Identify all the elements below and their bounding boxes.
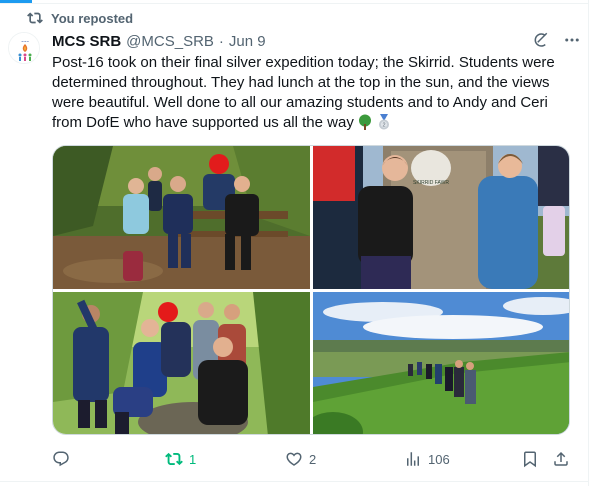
photo-ridge-walk[interactable] [313,292,569,434]
tweet-body: Post-16 took on their final silver exped… [52,53,580,133]
views-icon [407,452,419,466]
header-actions [531,31,581,49]
photo-trig-point[interactable]: SKIRRID FAWR [313,146,569,289]
media-grid: SKIRRID FAWR [52,145,570,435]
author-name[interactable]: MCS SRB [52,33,121,50]
bookmark-button[interactable] [521,449,539,469]
repost-button[interactable]: 1 [165,449,196,469]
school-logo-icon: ~~~ [9,33,39,63]
share-button[interactable] [552,449,570,469]
tweet-date[interactable]: Jun 9 [229,33,266,50]
tweet-actions: 1 2 106 [52,449,572,469]
more-options-icon[interactable] [563,31,581,49]
tweet-header: MCS SRB @MCS_SRB · Jun 9 [52,31,266,51]
author-handle[interactable]: @MCS_SRB [126,33,214,50]
reply-icon [53,451,69,467]
trig-sign-text: SKIRRID FAWR [413,180,449,186]
header-separator: · [218,32,224,50]
like-button[interactable]: 2 [285,449,316,469]
bookmark-icon [524,451,536,468]
views-count: 106 [428,451,450,467]
svg-text:~~~: ~~~ [21,39,29,44]
repost-banner[interactable]: You reposted [27,9,133,27]
reply-button[interactable] [52,449,76,469]
grok-icon[interactable] [531,31,549,49]
photo-group-rock[interactable] [53,292,310,434]
tree-emoji [358,114,371,130]
timeline-border [588,0,589,486]
top-divider [0,0,601,4]
like-count: 2 [309,451,317,467]
medal-emoji: 2 [378,114,389,130]
repost-icon [165,452,183,466]
svg-text:2: 2 [382,123,385,129]
bottom-divider [0,481,589,482]
repost-count: 1 [189,451,197,467]
share-icon [554,451,568,466]
photo-bench-woods[interactable] [53,146,310,289]
heart-icon [286,452,302,466]
repost-banner-text: You reposted [51,10,134,26]
views-button[interactable]: 106 [404,449,450,469]
tweet-text: Post-16 took on their final silver exped… [52,54,555,131]
repost-icon [27,12,43,24]
author-avatar[interactable]: ~~~ [8,32,40,64]
